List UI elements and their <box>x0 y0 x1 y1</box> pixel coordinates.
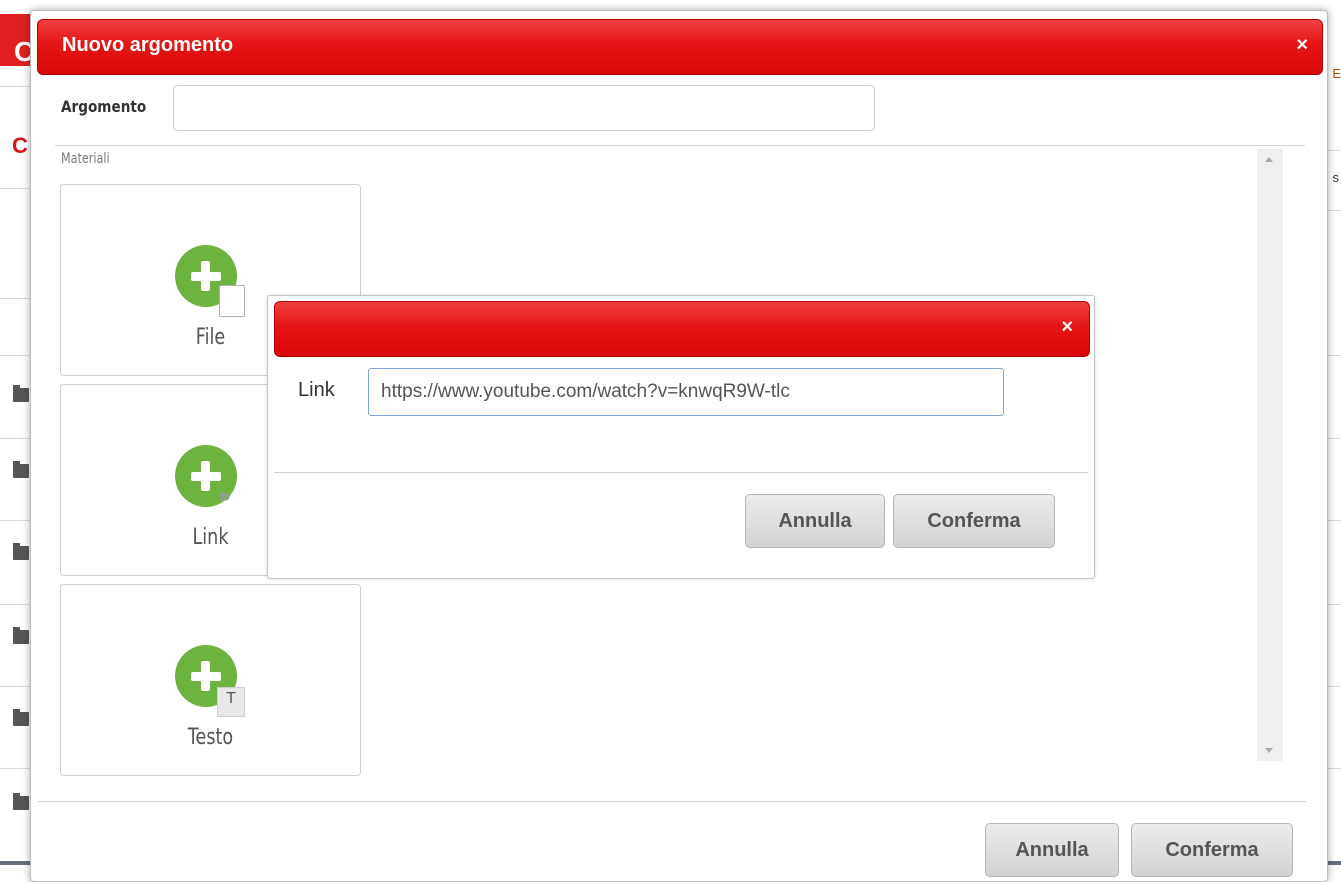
background-right-text: s <box>1332 170 1340 185</box>
link-url-input[interactable] <box>368 368 1004 416</box>
materials-label: Materiali <box>61 151 110 167</box>
add-link-icon: ⚭ <box>175 445 241 515</box>
topic-input[interactable] <box>173 85 875 131</box>
scroll-down-arrow-icon[interactable] <box>1265 748 1273 753</box>
close-icon[interactable]: × <box>1061 316 1073 339</box>
dialog-header: Nuovo argomento × <box>37 19 1323 75</box>
document-icon <box>219 285 245 317</box>
folder-icon <box>13 709 29 726</box>
folder-icon <box>13 793 29 810</box>
link-confirm-button[interactable]: Conferma <box>893 494 1055 548</box>
dialog-title: Nuovo argomento <box>62 34 234 56</box>
confirm-button[interactable]: Conferma <box>1131 823 1293 877</box>
chain-link-icon: ⚭ <box>215 485 234 510</box>
divider <box>274 472 1088 473</box>
folder-icon <box>13 627 29 644</box>
scrollbar[interactable] <box>1257 149 1283 761</box>
add-link-dialog: × Link Annulla Conferma <box>267 295 1095 579</box>
topic-label: Argomento <box>61 97 147 116</box>
divider <box>55 145 1305 146</box>
background-heading-letter: C <box>12 133 28 158</box>
folder-icon <box>13 543 29 560</box>
background-right-text: E <box>1332 66 1341 81</box>
divider <box>37 801 1307 802</box>
folder-icon <box>13 461 29 478</box>
link-dialog-header: × <box>274 301 1090 357</box>
link-label: Link <box>298 379 335 401</box>
cancel-button[interactable]: Annulla <box>985 823 1119 877</box>
folder-icon <box>13 385 29 402</box>
tile-label-text: Testo <box>187 725 234 750</box>
add-file-icon <box>175 245 245 317</box>
add-text-tile[interactable]: T Testo <box>60 584 361 776</box>
add-text-icon: T <box>175 645 245 717</box>
scroll-up-arrow-icon[interactable] <box>1265 157 1273 162</box>
close-icon[interactable]: × <box>1296 34 1308 57</box>
text-document-icon: T <box>217 687 245 717</box>
link-cancel-button[interactable]: Annulla <box>745 494 885 548</box>
